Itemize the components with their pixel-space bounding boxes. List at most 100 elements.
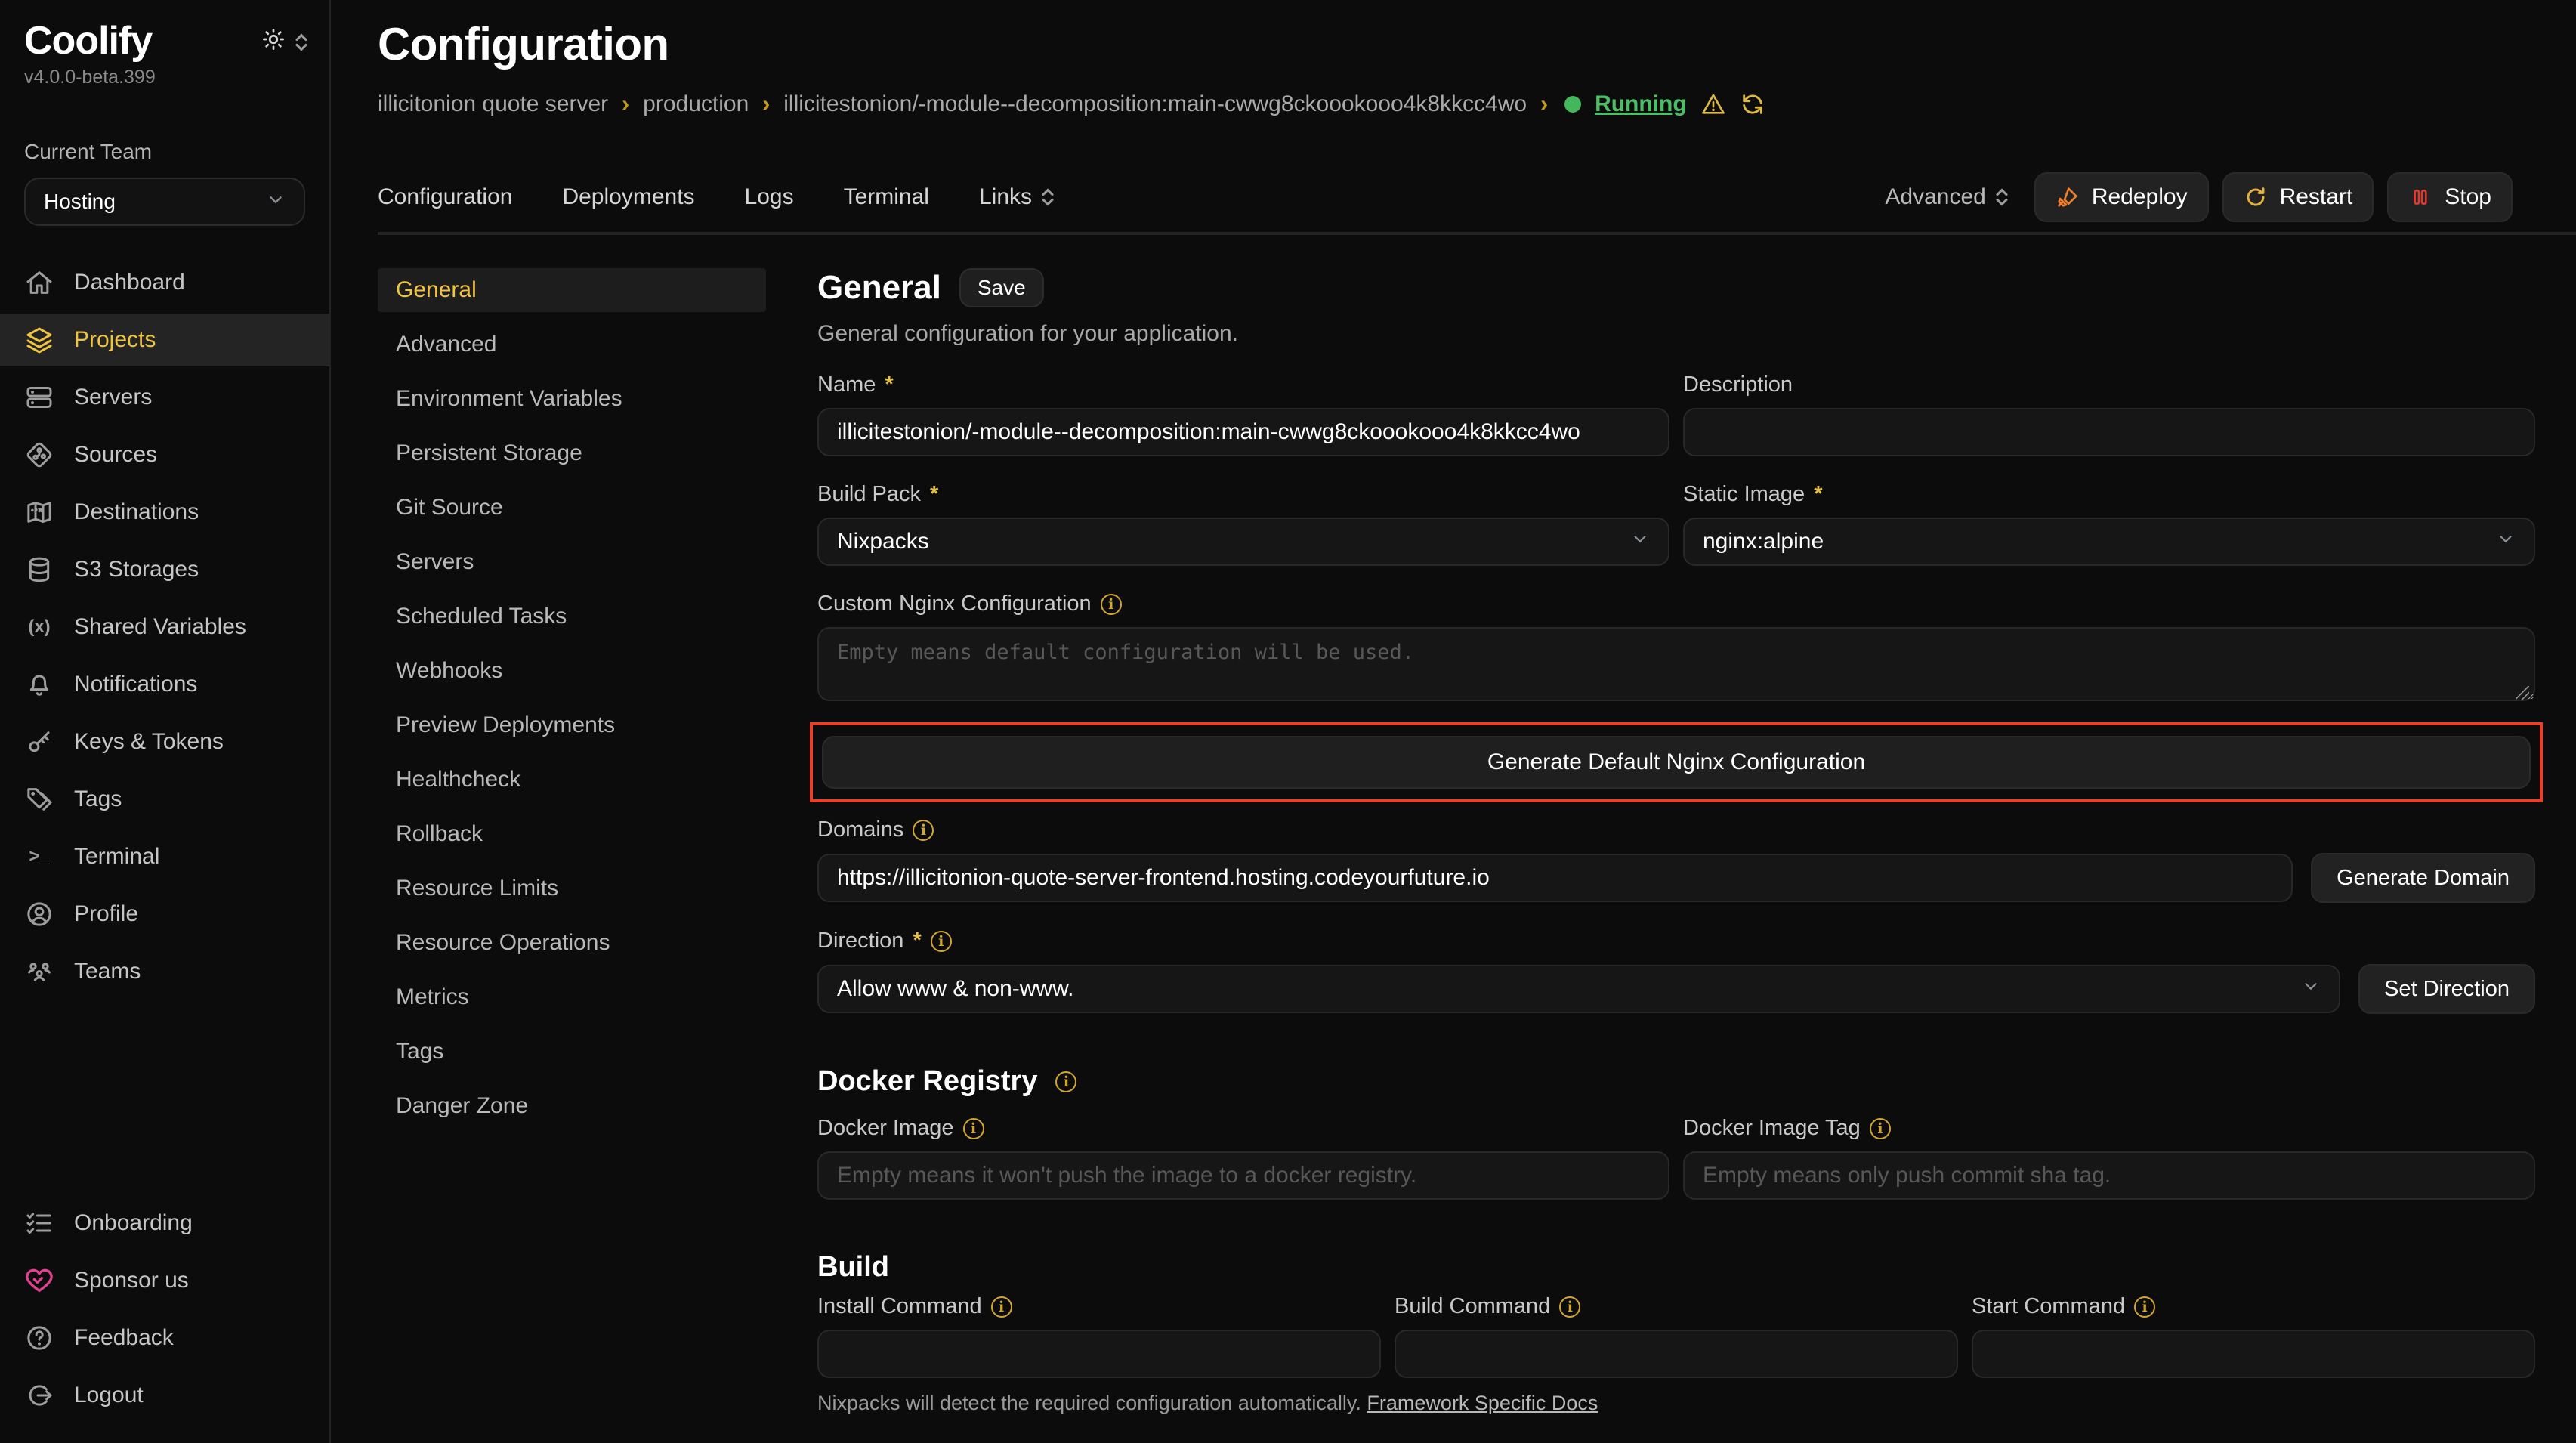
save-button[interactable]: Save [959, 268, 1044, 307]
redeploy-label: Redeploy [2092, 184, 2188, 210]
subnav-metrics[interactable]: Metrics [378, 975, 766, 1019]
subnav-webhooks[interactable]: Webhooks [378, 649, 766, 693]
framework-docs-link[interactable]: Framework Specific Docs [1367, 1392, 1598, 1414]
info-icon[interactable]: i [2134, 1296, 2155, 1318]
subnav-scheduled-tasks[interactable]: Scheduled Tasks [378, 595, 766, 638]
sidebar-item-label: Shared Variables [74, 614, 246, 640]
sidebar-item-label: Servers [74, 385, 152, 410]
sidebar-item-s3-storages[interactable]: S3 Storages [0, 543, 329, 596]
refresh-icon[interactable] [1740, 91, 1765, 117]
build-pack-value: Nixpacks [837, 529, 929, 555]
status-badge[interactable]: Running [1595, 91, 1687, 117]
subnav-persistent-storage[interactable]: Persistent Storage [378, 431, 766, 475]
map-icon [24, 497, 54, 527]
generate-domain-button[interactable]: Generate Domain [2311, 853, 2535, 903]
git-source-icon [24, 440, 54, 470]
restart-button[interactable]: Restart [2222, 172, 2374, 222]
subnav-general[interactable]: General [378, 268, 766, 312]
sidebar-item-onboarding[interactable]: Onboarding [0, 1197, 329, 1250]
team-select[interactable]: Hosting [24, 178, 305, 226]
sidebar-item-feedback[interactable]: Feedback [0, 1312, 329, 1364]
sidebar-item-teams[interactable]: Teams [0, 945, 329, 998]
sidebar-item-terminal[interactable]: >_ Terminal [0, 830, 329, 883]
description-input[interactable] [1683, 408, 2535, 456]
info-icon[interactable]: i [1870, 1118, 1891, 1139]
tab-deployments[interactable]: Deployments [562, 184, 694, 210]
subnav-preview-deployments[interactable]: Preview Deployments [378, 703, 766, 747]
chevron-updown-icon [1041, 188, 1055, 206]
info-icon[interactable]: i [963, 1118, 984, 1139]
sidebar-item-destinations[interactable]: Destinations [0, 486, 329, 539]
subnav-advanced[interactable]: Advanced [378, 323, 766, 366]
chevron-down-icon [1630, 529, 1650, 555]
required-asterisk: * [1814, 482, 1822, 507]
stop-button[interactable]: Stop [2387, 172, 2513, 222]
tab-configuration[interactable]: Configuration [378, 184, 512, 210]
sidebar-item-dashboard[interactable]: Dashboard [0, 256, 329, 309]
required-asterisk: * [885, 372, 893, 397]
subnav-environment-variables[interactable]: Environment Variables [378, 377, 766, 421]
advanced-label: Advanced [1885, 184, 1985, 210]
tab-logs[interactable]: Logs [745, 184, 794, 210]
direction-select[interactable]: Allow www & non-www. [817, 965, 2340, 1013]
subnav-danger-zone[interactable]: Danger Zone [378, 1084, 766, 1128]
tab-links[interactable]: Links [979, 184, 1055, 210]
help-icon [24, 1323, 54, 1353]
warning-icon[interactable] [1700, 91, 1726, 117]
info-icon[interactable]: i [1055, 1071, 1076, 1092]
chevron-down-icon [266, 190, 286, 215]
sidebar-item-logout[interactable]: Logout [0, 1369, 329, 1422]
sidebar-item-sources[interactable]: Sources [0, 428, 329, 481]
build-pack-select[interactable]: Nixpacks [817, 518, 1669, 566]
subnav-tags[interactable]: Tags [378, 1030, 766, 1074]
sidebar-item-servers[interactable]: Servers [0, 371, 329, 424]
info-icon[interactable]: i [1101, 594, 1122, 615]
subnav-git-source[interactable]: Git Source [378, 486, 766, 530]
sidebar-item-profile[interactable]: Profile [0, 888, 329, 941]
set-direction-button[interactable]: Set Direction [2358, 964, 2535, 1014]
subnav-resource-operations[interactable]: Resource Operations [378, 921, 766, 965]
sidebar-item-sponsor-us[interactable]: Sponsor us [0, 1254, 329, 1307]
sidebar: Coolify v4.0.0-beta.399 Current Team Hos… [0, 0, 331, 1443]
domains-input[interactable] [817, 854, 2293, 902]
info-icon[interactable]: i [931, 931, 952, 952]
sidebar-item-notifications[interactable]: Notifications [0, 658, 329, 711]
subnav-resource-limits[interactable]: Resource Limits [378, 867, 766, 910]
breadcrumb-environment[interactable]: production [643, 91, 749, 117]
subnav-servers[interactable]: Servers [378, 540, 766, 584]
sidebar-item-label: Teams [74, 959, 141, 984]
theme-switcher[interactable] [261, 27, 308, 57]
docker-image-tag-input[interactable] [1683, 1151, 2535, 1200]
custom-nginx-textarea[interactable] [817, 627, 2535, 701]
info-icon[interactable]: i [913, 820, 934, 841]
install-command-input[interactable] [817, 1330, 1381, 1378]
sidebar-item-projects[interactable]: Projects [0, 314, 329, 366]
tab-terminal[interactable]: Terminal [844, 184, 929, 210]
start-command-label: Start Command [1972, 1294, 2125, 1319]
server-icon [24, 382, 54, 413]
static-image-select[interactable]: nginx:alpine [1683, 518, 2535, 566]
advanced-menu[interactable]: Advanced [1885, 184, 2008, 210]
sidebar-item-shared-variables[interactable]: (x) Shared Variables [0, 601, 329, 654]
generate-nginx-config-button[interactable]: Generate Default Nginx Configuration [822, 736, 2531, 789]
info-icon[interactable]: i [1559, 1296, 1580, 1318]
sidebar-item-keys-tokens[interactable]: Keys & Tokens [0, 715, 329, 768]
breadcrumb: illicitonion quote server › production ›… [378, 91, 2576, 117]
start-command-input[interactable] [1972, 1330, 2535, 1378]
section-description: General configuration for your applicati… [817, 321, 2535, 347]
breadcrumb-project[interactable]: illicitonion quote server [378, 91, 608, 117]
subnav-rollback[interactable]: Rollback [378, 812, 766, 856]
subnav-healthcheck[interactable]: Healthcheck [378, 758, 766, 802]
name-label: Name [817, 372, 876, 397]
breadcrumb-separator: › [1540, 91, 1548, 117]
app-version: v4.0.0-beta.399 [0, 63, 329, 88]
build-command-input[interactable] [1395, 1330, 1958, 1378]
info-icon[interactable]: i [991, 1296, 1012, 1318]
docker-image-label: Docker Image [817, 1116, 954, 1141]
docker-image-input[interactable] [817, 1151, 1669, 1200]
redeploy-button[interactable]: Redeploy [2034, 172, 2209, 222]
highlight-annotation-box: Generate Default Nginx Configuration [810, 722, 2543, 802]
name-input[interactable] [817, 408, 1669, 456]
sidebar-item-tags[interactable]: Tags [0, 773, 329, 826]
breadcrumb-resource[interactable]: illicitestonion/-module--decomposition:m… [783, 91, 1527, 117]
